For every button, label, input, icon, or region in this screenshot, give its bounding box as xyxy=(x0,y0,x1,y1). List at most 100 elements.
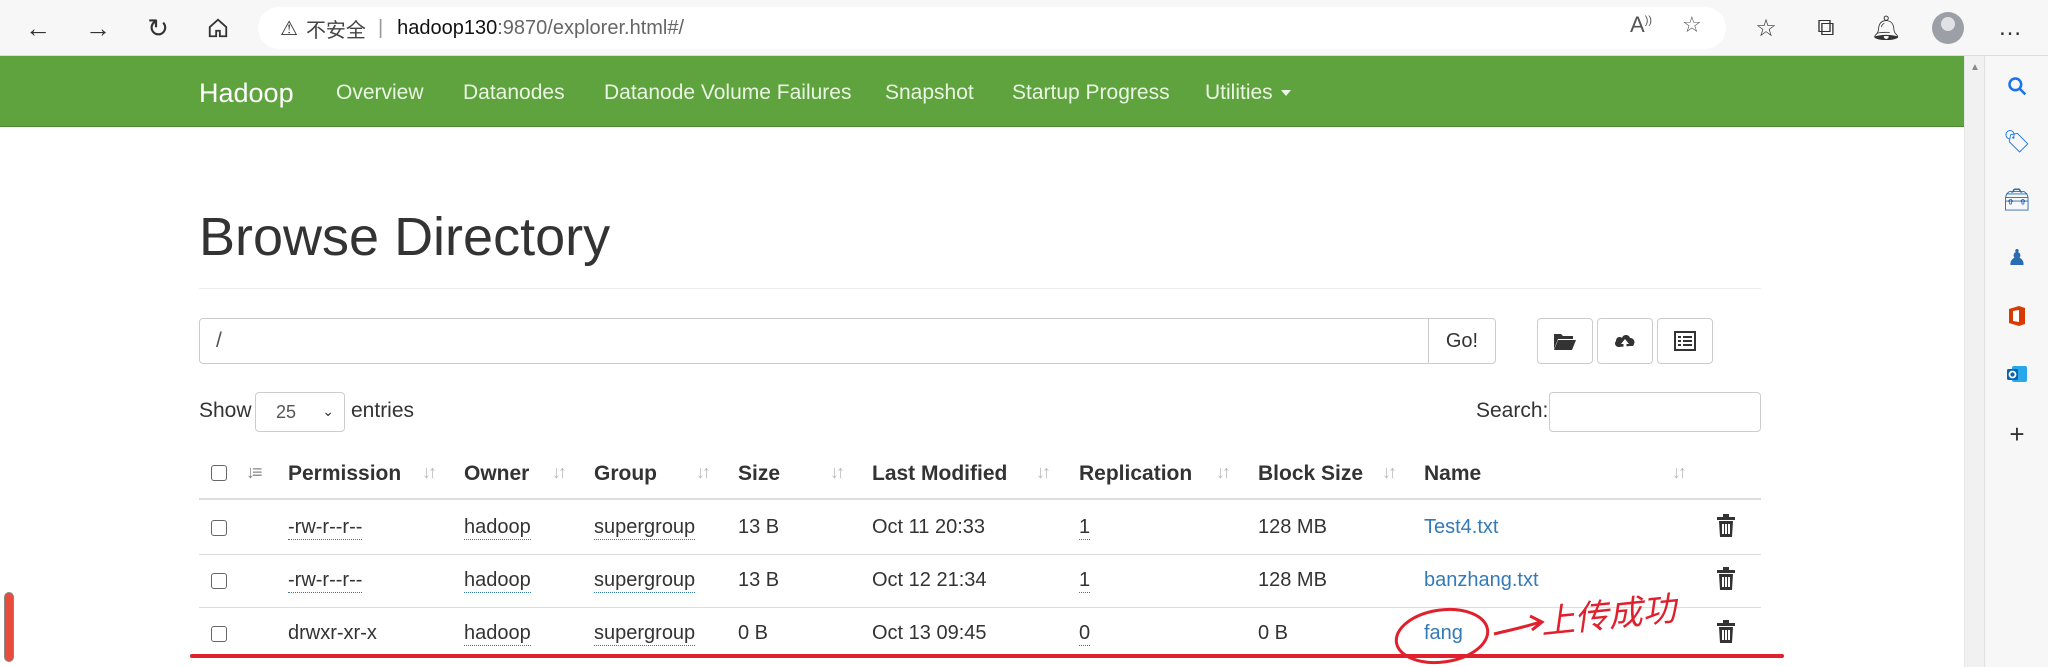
show-label: Show xyxy=(199,399,252,422)
forward-icon[interactable]: → xyxy=(80,10,116,46)
nav-utilities[interactable]: Utilities xyxy=(1205,81,1291,105)
row-group[interactable]: supergroup xyxy=(594,622,696,646)
annotation-underline xyxy=(190,654,1784,658)
browser-sidebar: 🏷︎ 🧰︎ ♟ + xyxy=(1984,56,2048,667)
row-permission[interactable]: -rw-r--r-- xyxy=(288,569,363,593)
col-permission[interactable]: Permission xyxy=(288,462,401,486)
address-separator: | xyxy=(377,16,384,39)
tools-icon[interactable]: 🧰︎ xyxy=(2001,184,2033,216)
row-checkbox[interactable] xyxy=(211,573,227,589)
nav-overview[interactable]: Overview xyxy=(336,81,424,105)
annotation-upload-success: 上传成功 xyxy=(1538,588,1679,643)
nav-snapshot[interactable]: Snapshot xyxy=(885,81,974,105)
row-name-link[interactable]: Test4.txt xyxy=(1424,516,1498,539)
row-replication[interactable]: 1 xyxy=(1079,569,1091,593)
row-permission[interactable]: drwxr-xr-x xyxy=(288,622,377,645)
table-search-input[interactable] xyxy=(1549,392,1761,432)
entries-label: entries xyxy=(351,399,415,422)
row-checkbox[interactable] xyxy=(211,626,227,642)
favorites-icon[interactable]: ☆ xyxy=(1748,10,1784,46)
sort-icon[interactable]: ↓↑ xyxy=(696,462,711,483)
notifications-icon[interactable]: 🔔︎ xyxy=(1868,10,1904,46)
sort-icon[interactable]: ↓↑ xyxy=(1036,462,1051,483)
directory-path-input[interactable]: / xyxy=(199,318,1429,364)
row-size: 13 B xyxy=(738,516,780,538)
url-host: hadoop130 xyxy=(397,16,498,39)
left-edge-scroll-marker xyxy=(4,592,14,662)
col-group[interactable]: Group xyxy=(594,462,657,486)
create-directory-button[interactable] xyxy=(1537,318,1593,364)
trash-icon[interactable] xyxy=(1715,514,1737,538)
browser-toolbar: ← → ↻ ⚠ 不安全 | hadoop130:9870/explorer.ht… xyxy=(0,0,2048,56)
sort-icon[interactable]: ↓↑ xyxy=(552,462,567,483)
col-block-size[interactable]: Block Size xyxy=(1258,462,1363,486)
add-icon[interactable]: + xyxy=(2001,418,2033,450)
row-replication[interactable]: 1 xyxy=(1079,516,1091,540)
nav-datanode-volume-failures[interactable]: Datanode Volume Failures xyxy=(604,81,851,105)
games-icon[interactable]: ♟ xyxy=(2001,242,2033,274)
row-checkbox[interactable] xyxy=(211,520,227,536)
row-modified: Oct 12 21:34 xyxy=(872,569,987,591)
col-size[interactable]: Size xyxy=(738,462,780,486)
sort-icon[interactable]: ↓↑ xyxy=(422,462,437,483)
back-icon[interactable]: ← xyxy=(20,10,56,46)
select-all-checkbox[interactable] xyxy=(211,465,227,481)
upload-files-button[interactable] xyxy=(1597,318,1653,364)
collections-icon[interactable]: ⧉ xyxy=(1808,10,1844,46)
list-alt-icon xyxy=(1674,331,1696,351)
hadoop-brand[interactable]: Hadoop xyxy=(199,78,294,109)
outlook-icon[interactable] xyxy=(2001,358,2033,390)
entries-select-value: 25 xyxy=(276,401,297,422)
col-name[interactable]: Name xyxy=(1424,462,1481,486)
sort-icon[interactable]: ↓↑ xyxy=(1382,462,1397,483)
row-owner[interactable]: hadoop xyxy=(464,569,531,593)
nav-startup-progress[interactable]: Startup Progress xyxy=(1012,81,1170,105)
add-favorite-icon[interactable]: ☆ xyxy=(1682,12,1702,38)
sort-ascending-icon[interactable]: ↓≡ xyxy=(246,462,262,483)
trash-icon[interactable] xyxy=(1715,620,1737,644)
trash-icon[interactable] xyxy=(1715,567,1737,591)
col-owner[interactable]: Owner xyxy=(464,462,529,486)
row-modified: Oct 13 09:45 xyxy=(872,622,987,644)
nav-datanodes[interactable]: Datanodes xyxy=(463,81,565,105)
search-icon[interactable] xyxy=(2001,70,2033,102)
cut-paste-button[interactable] xyxy=(1657,318,1713,364)
page-scrollbar[interactable]: ▲ xyxy=(1964,56,1984,667)
go-button[interactable]: Go! xyxy=(1428,318,1496,364)
shopping-tag-icon[interactable]: 🏷︎ xyxy=(2001,126,2033,158)
col-last-modified[interactable]: Last Modified xyxy=(872,462,1007,486)
row-replication[interactable]: 0 xyxy=(1079,622,1091,646)
folder-open-icon xyxy=(1554,334,1576,350)
nav-utilities-label: Utilities xyxy=(1205,81,1273,104)
profile-avatar[interactable] xyxy=(1932,12,1964,44)
row-name-link[interactable]: banzhang.txt xyxy=(1424,569,1539,592)
cloud-upload-icon xyxy=(1615,335,1635,350)
page-title: Browse Directory xyxy=(199,207,611,267)
url-path: :9870/explorer.html#/ xyxy=(497,16,685,39)
more-menu-icon[interactable]: … xyxy=(1992,10,2028,46)
row-permission[interactable]: -rw-r--r-- xyxy=(288,516,363,540)
search-label: Search: xyxy=(1476,399,1549,422)
entries-per-page-select[interactable]: 25 ⌄ xyxy=(255,392,345,432)
address-bar[interactable]: ⚠ 不安全 | hadoop130:9870/explorer.html#/ xyxy=(258,7,1726,49)
office-icon[interactable] xyxy=(2001,300,2033,332)
row-size: 0 B xyxy=(738,622,769,644)
table-header-divider xyxy=(199,498,1761,500)
col-replication[interactable]: Replication xyxy=(1079,462,1192,486)
row-block-size: 0 B xyxy=(1258,622,1289,644)
scroll-up-icon[interactable]: ▲ xyxy=(1970,62,1980,73)
row-owner[interactable]: hadoop xyxy=(464,622,531,646)
chevron-down-icon: ⌄ xyxy=(322,403,334,419)
reload-icon[interactable]: ↻ xyxy=(140,10,176,46)
home-icon[interactable] xyxy=(200,10,236,46)
sort-icon[interactable]: ↓↑ xyxy=(1216,462,1231,483)
row-group[interactable]: supergroup xyxy=(594,569,696,593)
row-owner[interactable]: hadoop xyxy=(464,516,531,540)
row-block-size: 128 MB xyxy=(1258,516,1327,538)
sort-icon[interactable]: ↓↑ xyxy=(1672,462,1687,483)
row-divider xyxy=(199,554,1761,555)
read-aloud-icon[interactable]: A)) xyxy=(1630,12,1652,38)
sort-icon[interactable]: ↓↑ xyxy=(830,462,845,483)
row-group[interactable]: supergroup xyxy=(594,516,696,540)
caret-down-icon xyxy=(1280,90,1291,97)
